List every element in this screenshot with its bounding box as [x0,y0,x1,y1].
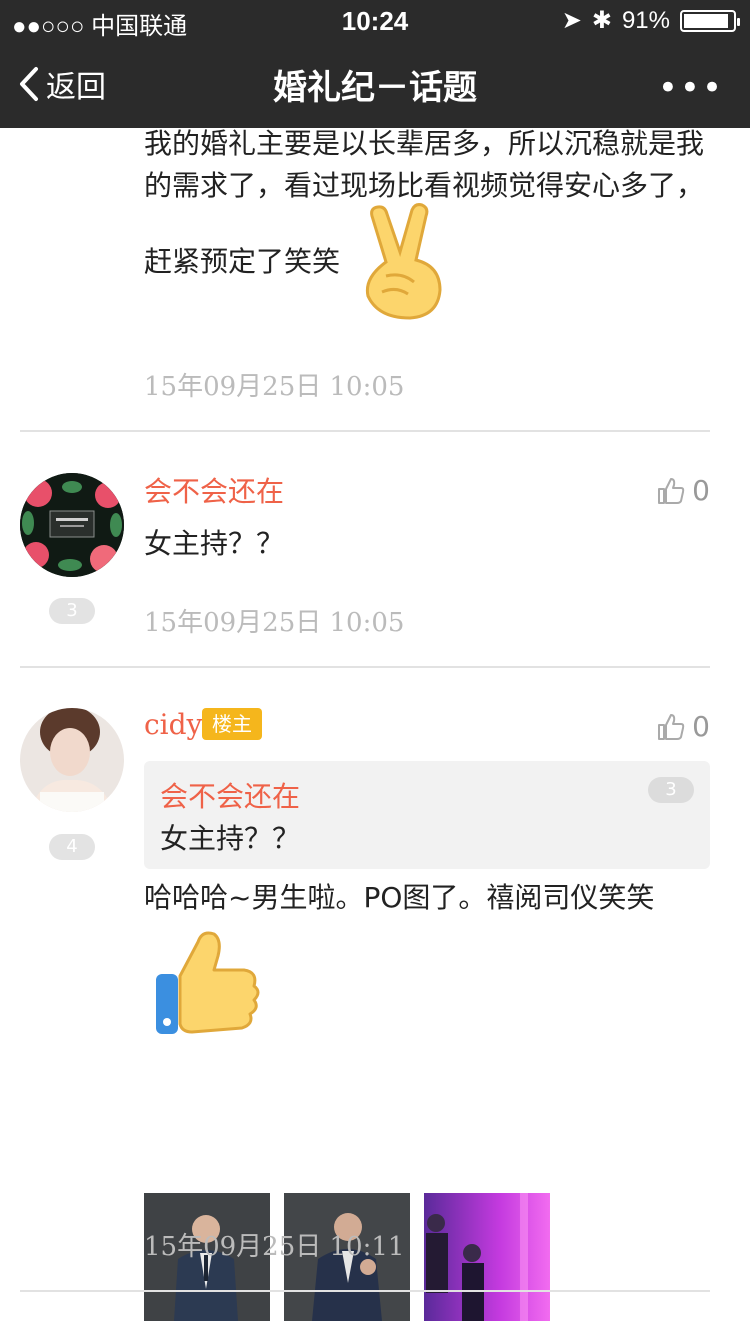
like-button[interactable]: 0 [656,474,710,507]
like-button[interactable]: 0 [656,710,710,743]
divider [20,430,710,432]
avatar-image [20,473,124,577]
like-count: 0 [692,474,710,507]
photo-stage [424,1193,550,1321]
floor-badge: 4 [49,834,95,860]
divider [20,1290,710,1292]
location-icon: ➤ [561,7,582,34]
post-text-line: 赶紧预定了笑笑 [144,245,341,278]
post-text-line: 我的婚礼主要是以长辈居多，所以沉稳就是我 [144,127,705,160]
status-bar: ●●○○○ 中国联通 10:24 ➤ ✱ 91% [0,0,750,40]
divider [20,666,710,668]
thumbs-up-icon [658,713,685,740]
comment-text: 女主持？？ [144,527,285,560]
floor-badge: 3 [49,598,95,624]
avatar-image [20,708,124,812]
battery-fill [684,13,728,28]
like-count: 0 [692,710,710,743]
comment-username[interactable]: cidy [144,708,202,741]
status-right: ➤ ✱ 91% [561,6,740,35]
bluetooth-icon: ✱ [591,7,612,34]
comment-text: 哈哈哈~男生啦。PO图了。禧阅司仪笑笑 [144,881,655,914]
avatar[interactable] [20,708,124,812]
battery-icon [680,9,740,32]
victory-hand-emoji [365,203,442,320]
comment-time: 15年09月25日 10:11 [144,1232,405,1262]
quoted-text: 女主持？？ [160,822,301,855]
quoted-comment[interactable]: 会不会还在 3 女主持？？ [144,761,710,869]
quoted-floor-badge: 3 [648,777,694,803]
thumbs-up-emoji [156,931,260,1034]
comment-time: 15年09月25日 10:05 [144,608,405,638]
avatar[interactable] [20,473,124,577]
photo-thumbnail[interactable] [424,1193,550,1321]
more-button[interactable]: ••• [658,68,724,108]
battery-percent: 91% [621,6,670,34]
thumbs-up-icon [658,477,685,504]
quoted-username: 会不会还在 [160,780,301,813]
owner-badge: 楼主 [202,708,262,740]
post-time: 15年09月25日 10:05 [144,372,405,402]
navigation-bar: 返回 婚礼纪－话题 ••• [0,40,750,128]
comment-username[interactable]: 会不会还在 [144,470,284,510]
page-title: 婚礼纪－话题 [273,68,477,108]
